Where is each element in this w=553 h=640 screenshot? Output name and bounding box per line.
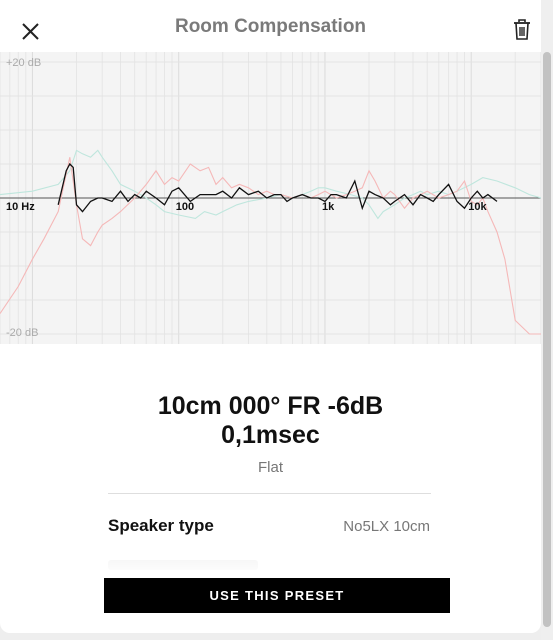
trash-icon (514, 19, 530, 40)
preset-mode: Flat (257, 459, 283, 476)
preset-name: 10cm 000° FR -6dB 0,1msec (0, 392, 541, 450)
y-label-top: +20 dB (6, 57, 41, 69)
speaker-type-value: No5LX 10cm (343, 518, 430, 535)
chart-series (0, 149, 541, 335)
divider (108, 493, 431, 494)
preset-name-line1: 10cm 000° FR -6dB (157, 392, 384, 420)
speaker-type-label: Speaker type (108, 516, 214, 535)
header: Room Compensation (0, 0, 541, 52)
series-line-3 (57, 162, 498, 213)
frequency-response-chart: +20 dB -20 dB 10 Hz 100 1k 10k (0, 52, 541, 344)
chart-svg: +20 dB -20 dB 10 Hz 100 1k 10k (0, 52, 541, 344)
x-tick-label: 10 Hz (6, 201, 35, 213)
x-tick-label: 100 (176, 201, 194, 213)
preset-name-line2: 0,1msec (221, 421, 320, 449)
page-title: Room Compensation (174, 16, 367, 37)
series-line-1 (0, 149, 541, 220)
x-tick-label: 10k (468, 201, 487, 213)
use-preset-button[interactable]: USE THIS PRESET (104, 578, 450, 613)
delete-button[interactable] (510, 17, 536, 45)
x-tick-label: 1k (322, 201, 335, 213)
room-compensation-panel: Room Compensation +20 dB -20 dB 10 Hz 100… (0, 0, 541, 633)
series-line-2 (0, 157, 541, 335)
scrollbar-thumb[interactable] (543, 52, 551, 627)
y-label-bottom: -20 dB (6, 327, 38, 339)
